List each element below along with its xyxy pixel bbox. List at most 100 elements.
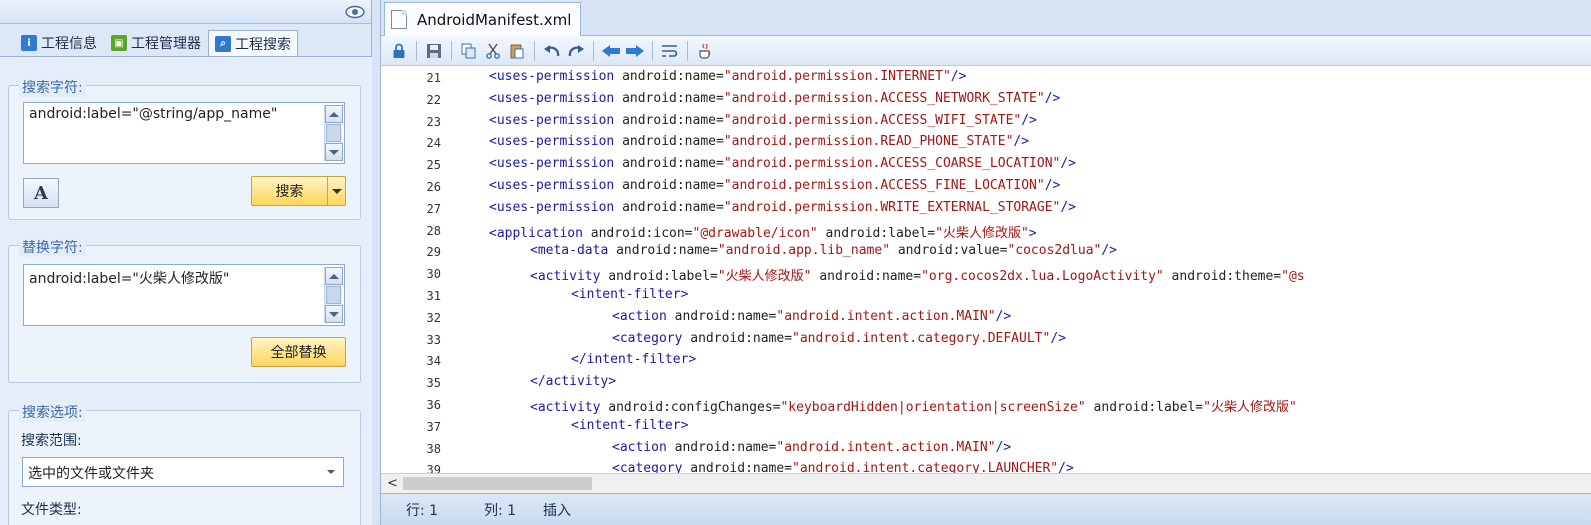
options-group-title: 搜索选项:	[19, 402, 86, 422]
line-number: 36	[426, 398, 441, 412]
scroll-thumb[interactable]	[326, 286, 341, 304]
tab-project-search[interactable]: ⌕ 工程搜索	[208, 30, 298, 56]
xml-tag: <action	[612, 308, 675, 324]
tab-label: 工程搜索	[235, 36, 291, 53]
font-icon: A	[34, 182, 48, 204]
attribute-value: "火柴人修改版"	[935, 225, 1029, 241]
search-icon: ⌕	[215, 35, 231, 52]
attribute-name: android:name=	[622, 199, 724, 215]
xml-tag: </intent-filter>	[571, 352, 697, 368]
attribute-name: android:label=	[608, 269, 718, 285]
status-mode: 插入	[543, 503, 571, 519]
xml-tag: <uses-permission	[489, 199, 623, 215]
code-area[interactable]: 21 22 23 24 25 26 27 28 29 30 31 32 33 34 35 36 37 38 39 <…	[381, 67, 1591, 473]
line-number: 33	[426, 332, 441, 347]
xml-tag: <activity	[530, 400, 609, 415]
attribute-value: "android.permission.ACCESS_COARSE_LOCATI…	[723, 156, 1061, 172]
xml-tag: >	[1028, 225, 1037, 241]
search-input-scrollbar[interactable]	[324, 105, 343, 161]
editor-toolbar	[381, 36, 1591, 66]
attribute-value: "android.intent.category.DEFAULT"	[792, 330, 1051, 346]
replace-all-button[interactable]: 全部替换	[251, 337, 346, 367]
attribute-name: android:label=	[1085, 400, 1204, 415]
attribute-name: android:theme=	[1163, 269, 1282, 285]
scroll-down-button[interactable]	[325, 305, 343, 323]
lock-icon[interactable]	[389, 41, 409, 61]
panel-header	[0, 0, 371, 24]
xml-tag: />	[1044, 178, 1061, 193]
code-editor: AndroidManifest.xml 21 22 23 24 25 26 27…	[380, 0, 1591, 525]
search-input[interactable]: android:label="@string/app_name"	[23, 102, 345, 164]
attribute-value: "android.permission.ACCESS_NETWORK_STATE…	[723, 90, 1045, 106]
line-number: 31	[426, 289, 441, 303]
search-dropdown-button[interactable]	[327, 177, 345, 205]
replace-all-label: 全部替换	[270, 345, 327, 361]
java-icon[interactable]	[695, 41, 715, 61]
line-number-gutter: 21 22 23 24 25 26 27 28 29 30 31 32 33 34 35 36 37 38 39	[381, 67, 445, 473]
line-number: 38	[426, 441, 441, 456]
undo-icon[interactable]	[542, 41, 562, 61]
search-button-label: 搜索	[275, 184, 304, 200]
search-button[interactable]: 搜索	[251, 176, 346, 206]
search-input-value: android:label="@string/app_name"	[29, 106, 278, 122]
scroll-left-icon[interactable]: <	[387, 476, 398, 491]
replace-group: 替换字符: android:label="火柴人修改版" 全部替换	[8, 237, 361, 383]
arrow-up-icon	[329, 111, 339, 117]
line-number: 39	[426, 463, 441, 473]
line-number: 28	[426, 223, 441, 238]
code-line: <activity android:configChanges="keyboar…	[530, 396, 1297, 415]
code-line: <uses-permission android:name="android.p…	[489, 200, 1076, 215]
scroll-thumb[interactable]	[326, 124, 341, 142]
cut-icon[interactable]	[483, 41, 503, 61]
attribute-name: android:name=	[622, 112, 724, 128]
replace-input[interactable]: android:label="火柴人修改版"	[23, 264, 345, 326]
xml-tag: <activity	[530, 269, 609, 285]
search-group-title: 搜索字符:	[19, 77, 86, 97]
replace-input-scrollbar[interactable]	[324, 267, 343, 323]
scroll-up-button[interactable]	[325, 267, 343, 285]
scope-select[interactable]: 选中的文件或文件夹	[22, 457, 344, 487]
line-number: 32	[426, 310, 441, 325]
xml-tag: </activity>	[530, 374, 617, 390]
android-icon: ▣	[111, 35, 127, 51]
redo-icon[interactable]	[566, 41, 586, 61]
back-arrow-icon[interactable]	[601, 41, 621, 61]
replace-group-title: 替换字符:	[19, 237, 86, 257]
forward-arrow-icon[interactable]	[625, 41, 645, 61]
copy-icon[interactable]	[459, 41, 479, 61]
code-line: <uses-permission android:name="android.p…	[489, 134, 1029, 149]
tab-project-manager[interactable]: ▣ 工程管理器	[104, 30, 208, 56]
attribute-name: android:name=	[690, 461, 793, 473]
search-group: 搜索字符: android:label="@string/app_name" A…	[8, 77, 361, 220]
word-wrap-icon[interactable]	[660, 41, 680, 61]
horizontal-scroll-thumb[interactable]	[403, 477, 592, 490]
xml-tag: />	[1050, 330, 1066, 346]
xml-tag: <category	[612, 461, 691, 473]
attribute-name: android:configChanges=	[608, 400, 781, 415]
line-number: 35	[426, 376, 441, 391]
horizontal-scrollbar[interactable]: <	[381, 473, 1591, 493]
code-line: <uses-permission android:name="android.p…	[489, 156, 1076, 171]
tab-title: AndroidManifest.xml	[417, 10, 572, 29]
arrow-up-icon	[329, 273, 339, 279]
toolbar-separator	[687, 40, 688, 61]
xml-tag: <uses-permission	[489, 156, 623, 172]
tab-project-info[interactable]: i 工程信息	[14, 30, 104, 56]
attribute-value: "android.intent.action.MAIN"	[776, 308, 996, 324]
tab-androidmanifest[interactable]: AndroidManifest.xml	[384, 2, 581, 36]
app-window: i 工程信息 ▣ 工程管理器 ⌕ 工程搜索 搜索字符: android:labe…	[0, 0, 1591, 525]
scroll-up-button[interactable]	[325, 105, 343, 123]
line-number: 21	[426, 71, 441, 85]
paste-icon[interactable]	[507, 41, 527, 61]
xml-tag: />	[1044, 90, 1061, 106]
eye-icon[interactable]	[345, 5, 365, 19]
chevron-down-icon	[327, 470, 335, 474]
file-icon	[391, 10, 407, 29]
save-icon[interactable]	[424, 41, 444, 61]
tab-label: 工程信息	[41, 36, 97, 52]
xml-tag: <application	[489, 225, 591, 241]
line-number: 29	[426, 245, 441, 260]
xml-tag: />	[995, 439, 1012, 455]
font-options-button[interactable]: A	[23, 178, 59, 208]
scroll-down-button[interactable]	[325, 143, 343, 161]
